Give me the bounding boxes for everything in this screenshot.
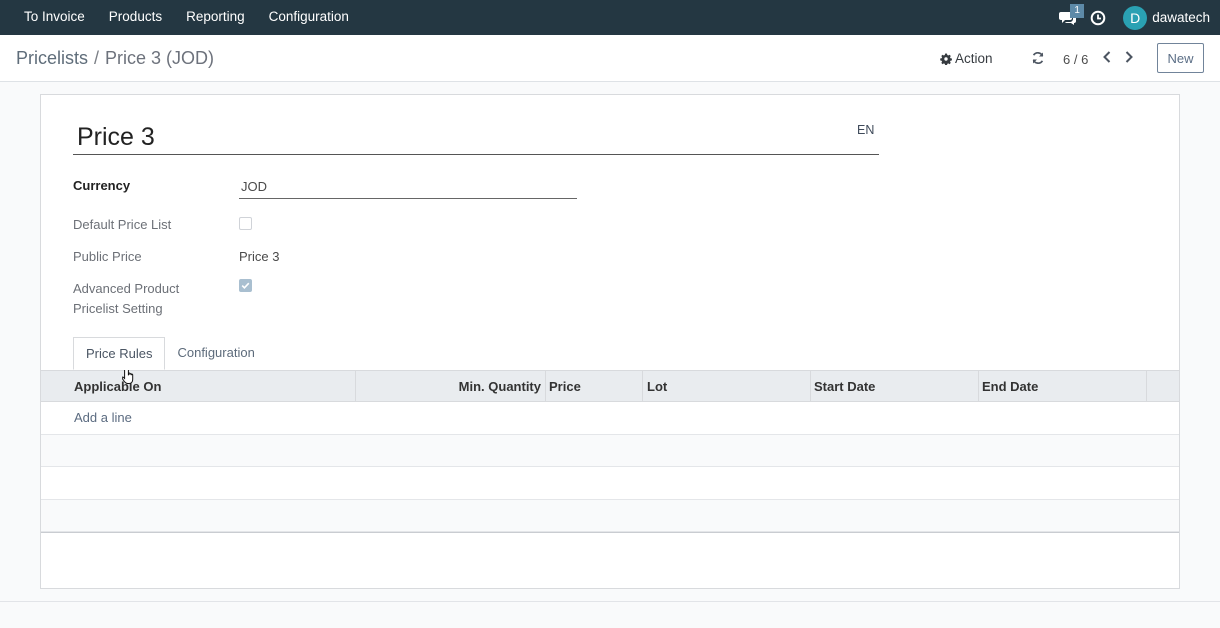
breadcrumb-current: Price 3 (JOD) — [105, 48, 215, 68]
user-name: dawatech — [1152, 10, 1210, 25]
advanced-setting-label-line2: Pricelist Setting — [73, 301, 163, 316]
column-end-date[interactable]: End Date — [979, 371, 1147, 402]
notebook-tabs: Price Rules Configuration — [73, 337, 267, 370]
public-price-value: Price 3 — [239, 249, 280, 264]
column-min-quantity[interactable]: Min. Quantity — [356, 371, 546, 402]
menu-item-reporting[interactable]: Reporting — [174, 0, 257, 35]
column-start-date[interactable]: Start Date — [811, 371, 979, 402]
main-menu: To Invoice Products Reporting Configurat… — [0, 0, 361, 35]
pager-value[interactable]: 6 / 6 — [1063, 52, 1088, 67]
avatar: D — [1123, 5, 1148, 30]
checkmark-icon — [241, 282, 250, 289]
column-applicable-on[interactable]: Applicable On — [41, 371, 356, 402]
clock-icon[interactable] — [1083, 0, 1113, 35]
breadcrumb-separator: / — [94, 48, 100, 68]
price-rules-table: Applicable On Min. Quantity Price Lot St… — [41, 370, 1179, 533]
top-navbar: To Invoice Products Reporting Configurat… — [0, 0, 1220, 35]
menu-item-configuration[interactable]: Configuration — [257, 0, 361, 35]
name-field[interactable]: Price 3 — [73, 121, 879, 155]
chevron-right-icon[interactable] — [1123, 50, 1135, 67]
new-button[interactable]: New — [1157, 43, 1204, 73]
page-bottom-divider — [0, 601, 1220, 602]
currency-label: Currency — [73, 178, 131, 193]
currency-field[interactable]: JOD — [239, 178, 577, 199]
pricelist-name: Price 3 — [77, 123, 155, 151]
table-row: Add a line — [41, 402, 1179, 435]
default-pricelist-label: Default Price List — [73, 217, 172, 232]
advanced-setting-checkbox[interactable] — [239, 279, 252, 292]
advanced-setting-label-line1: Advanced Product — [73, 281, 180, 296]
breadcrumb-pricelists[interactable]: Pricelists — [16, 48, 88, 69]
default-pricelist-checkbox[interactable] — [239, 217, 252, 230]
language-toggle[interactable]: EN — [857, 123, 874, 137]
tab-price-rules[interactable]: Price Rules — [73, 337, 166, 370]
refresh-icon[interactable] — [1031, 51, 1045, 68]
gear-icon — [940, 53, 952, 65]
add-line-link[interactable]: Add a line — [74, 410, 132, 425]
control-panel: Pricelists / Price 3 (JOD) Action 6 / 6 … — [0, 35, 1220, 82]
table-row — [41, 499, 1179, 532]
tab-configuration[interactable]: Configuration — [165, 337, 266, 370]
column-price[interactable]: Price — [546, 371, 643, 402]
table-row — [41, 434, 1179, 467]
form-sheet: Price 3 EN Currency JOD Default Price Li… — [40, 94, 1180, 589]
chat-icon[interactable]: 1 — [1053, 0, 1085, 35]
public-price-label: Public Price — [73, 249, 142, 264]
breadcrumb: Pricelists / Price 3 (JOD) — [16, 48, 214, 69]
table-footer — [41, 532, 1179, 533]
column-lot[interactable]: Lot — [643, 371, 811, 402]
advanced-setting-label: Advanced Product Pricelist Setting — [73, 279, 179, 319]
menu-item-products[interactable]: Products — [97, 0, 174, 35]
action-label: Action — [955, 51, 993, 66]
table-row — [41, 467, 1179, 500]
table-header: Applicable On Min. Quantity Price Lot St… — [41, 370, 1179, 402]
user-menu[interactable]: D dawatech — [1123, 5, 1210, 30]
chat-counter-badge: 1 — [1070, 4, 1085, 18]
systray: 1 D dawatech — [1053, 0, 1220, 35]
action-button[interactable]: Action — [940, 51, 993, 66]
chevron-left-icon[interactable] — [1101, 50, 1113, 67]
menu-item-to-invoice[interactable]: To Invoice — [12, 0, 97, 35]
